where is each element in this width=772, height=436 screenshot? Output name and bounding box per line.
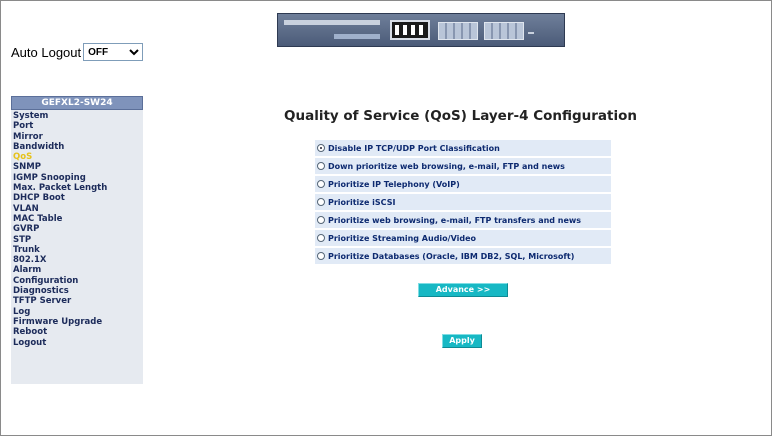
radio-button[interactable] [317, 216, 325, 224]
radio-button[interactable] [317, 144, 325, 152]
sidebar: GEFXL2-SW24 System Port Mirror Bandwidth QoS… [11, 96, 143, 384]
qos-option-label: Prioritize iSCSI [328, 197, 396, 207]
qos-option[interactable]: Prioritize Streaming Audio/Video [315, 230, 611, 246]
qos-options: Disable IP TCP/UDP Port Classification Do… [315, 140, 611, 266]
sidebar-item[interactable]: Diagnostics [11, 286, 143, 296]
sidebar-item[interactable]: Mirror [11, 132, 143, 142]
sidebar-item[interactable]: Max. Packet Length [11, 183, 143, 193]
qos-option-label: Prioritize Streaming Audio/Video [328, 233, 477, 243]
sidebar-item[interactable]: System [11, 111, 143, 121]
auto-logout: Auto Logout OFF [11, 43, 144, 61]
sidebar-item[interactable]: IGMP Snooping [11, 173, 143, 183]
sidebar-item[interactable]: TFTP Server [11, 296, 143, 306]
sidebar-item[interactable]: DHCP Boot [11, 193, 143, 203]
advance-button[interactable]: Advance >> [418, 283, 508, 297]
qos-option-label: Prioritize Databases (Oracle, IBM DB2, S… [328, 251, 575, 261]
qos-option[interactable]: Prioritize iSCSI [315, 194, 611, 210]
sidebar-item[interactable]: Logout [11, 338, 143, 348]
sidebar-item[interactable]: Log [11, 307, 143, 317]
sidebar-title: GEFXL2-SW24 [11, 96, 143, 110]
radio-button[interactable] [317, 180, 325, 188]
page-title: Quality of Service (QoS) Layer-4 Configu… [284, 108, 638, 124]
sidebar-item[interactable]: Port [11, 121, 143, 131]
qos-option[interactable]: Down prioritize web browsing, e-mail, FT… [315, 158, 611, 174]
qos-option[interactable]: Prioritize Databases (Oracle, IBM DB2, S… [315, 248, 611, 264]
radio-button[interactable] [317, 198, 325, 206]
sidebar-item[interactable]: Reboot [11, 327, 143, 337]
sidebar-item[interactable]: GVRP [11, 224, 143, 234]
sidebar-item[interactable]: SNMP [11, 162, 143, 172]
sidebar-item[interactable]: QoS [11, 152, 143, 162]
qos-option-label: Prioritize web browsing, e-mail, FTP tra… [328, 215, 582, 225]
auto-logout-select[interactable]: OFF [83, 43, 144, 61]
page-frame: Auto Logout OFF GEFXL2-SW24 System Port Mi… [0, 0, 772, 436]
switch-device-icon [277, 13, 565, 47]
sidebar-item[interactable]: Firmware Upgrade [11, 317, 143, 327]
radio-button[interactable] [317, 162, 325, 170]
sidebar-item[interactable]: Configuration [11, 276, 143, 286]
apply-button[interactable]: Apply [442, 334, 482, 348]
sidebar-item[interactable]: 802.1X [11, 255, 143, 265]
radio-button[interactable] [317, 252, 325, 260]
auto-logout-label: Auto Logout [11, 44, 82, 60]
radio-button[interactable] [317, 234, 325, 242]
sidebar-item[interactable]: MAC Table [11, 214, 143, 224]
qos-option-label: Prioritize IP Telephony (VoIP) [328, 179, 460, 189]
sidebar-item[interactable]: Alarm [11, 265, 143, 275]
qos-option-label: Disable IP TCP/UDP Port Classification [328, 143, 500, 153]
qos-option-label: Down prioritize web browsing, e-mail, FT… [328, 161, 565, 171]
sidebar-item[interactable]: VLAN [11, 204, 143, 214]
qos-option[interactable]: Prioritize IP Telephony (VoIP) [315, 176, 611, 192]
sidebar-item[interactable]: Trunk [11, 245, 143, 255]
sidebar-menu: System Port Mirror Bandwidth QoS SNMP IGMP Sno… [11, 110, 143, 348]
qos-option[interactable]: Disable IP TCP/UDP Port Classification [315, 140, 611, 156]
sidebar-item[interactable]: STP [11, 235, 143, 245]
sidebar-item[interactable]: Bandwidth [11, 142, 143, 152]
qos-option[interactable]: Prioritize web browsing, e-mail, FTP tra… [315, 212, 611, 228]
